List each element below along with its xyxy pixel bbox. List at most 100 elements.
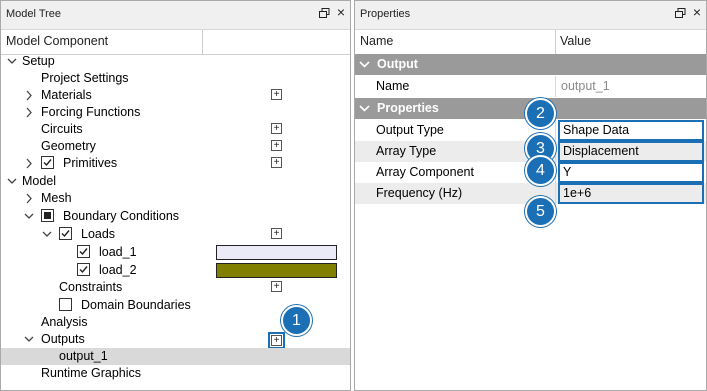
tree-item-loads[interactable]: Loads +	[1, 226, 350, 243]
chevron-down-icon[interactable]	[359, 59, 370, 70]
section-label: Output	[377, 57, 418, 71]
tree-item-label: Primitives	[63, 156, 118, 170]
load-1-checkbox[interactable]	[77, 245, 90, 258]
load-2-checkbox[interactable]	[77, 263, 90, 276]
tree-item-label: output_1	[59, 349, 108, 363]
close-icon[interactable]: ×	[693, 5, 701, 19]
close-icon[interactable]: ×	[337, 5, 345, 19]
model-tree-titlebar: Model Tree ×	[1, 1, 350, 30]
tree-item-label: Analysis	[41, 315, 88, 329]
tree-item-label: Project Settings	[41, 71, 129, 85]
tree-item-mesh[interactable]: Mesh	[1, 190, 350, 207]
chevron-down-icon[interactable]	[24, 331, 34, 348]
tree-item-model[interactable]: Model	[1, 173, 350, 190]
properties-titlebar: Properties ×	[355, 1, 706, 30]
array-component-dropdown[interactable]: Y	[558, 162, 704, 183]
float-window-icon[interactable]	[675, 8, 686, 18]
property-name: Name	[376, 79, 410, 93]
property-row-name[interactable]: Name output_1	[355, 76, 706, 97]
model-tree-title: Model Tree	[6, 8, 62, 20]
chevron-down-icon[interactable]	[7, 173, 17, 190]
float-window-icon[interactable]	[319, 8, 330, 18]
add-geometry-button[interactable]: +	[271, 140, 282, 151]
add-primitive-button[interactable]: +	[271, 157, 282, 168]
column-divider[interactable]	[555, 30, 556, 54]
chevron-right-icon[interactable]	[24, 190, 34, 207]
add-circuit-button[interactable]: +	[271, 123, 282, 134]
tree-item-label: Constraints	[59, 280, 123, 294]
tree-item-project-settings[interactable]: Project Settings	[1, 70, 350, 87]
callout-badge: 5	[525, 196, 556, 227]
tree-item-label: Outputs	[41, 332, 85, 346]
tree-item-load-1[interactable]: load_1	[1, 244, 350, 261]
add-output-button[interactable]: +	[268, 332, 285, 349]
loads-checkbox[interactable]	[59, 227, 72, 240]
tree-item-label: Setup	[22, 54, 55, 68]
primitives-checkbox[interactable]	[41, 156, 54, 169]
output-type-dropdown[interactable]: Shape Data	[558, 120, 704, 141]
model-tree-header: Model Component	[1, 30, 350, 55]
chevron-right-icon[interactable]	[24, 155, 34, 172]
tree-item-label: Boundary Conditions	[63, 209, 180, 223]
boundary-conditions-checkbox[interactable]	[41, 209, 54, 222]
chevron-right-icon[interactable]	[24, 104, 34, 121]
load-1-color-swatch[interactable]	[216, 245, 337, 260]
load-2-color-swatch[interactable]	[216, 263, 337, 278]
column-header-name: Name	[360, 34, 394, 48]
properties-panel: Properties × Name Value Output Name outp…	[354, 0, 707, 391]
tree-item-label: load_2	[99, 263, 137, 277]
add-material-button[interactable]: +	[271, 89, 282, 100]
section-label: Properties	[377, 101, 439, 115]
chevron-down-icon[interactable]	[359, 103, 370, 114]
tree-item-runtime-graphics[interactable]: Runtime Graphics	[1, 365, 350, 382]
chevron-right-icon[interactable]	[24, 87, 34, 104]
row-divider	[555, 120, 556, 141]
frequency-input[interactable]: 1e+6	[558, 183, 704, 204]
tree-item-label: Forcing Functions	[41, 105, 141, 119]
properties-header: Name Value	[355, 30, 706, 55]
property-value[interactable]: output_1	[558, 76, 704, 97]
check-icon	[61, 230, 70, 238]
add-load-button[interactable]: +	[271, 228, 282, 239]
add-constraint-button[interactable]: +	[271, 281, 282, 292]
property-name: Array Component	[376, 165, 474, 179]
column-divider[interactable]	[202, 30, 203, 54]
tree-item-geometry[interactable]: Geometry +	[1, 138, 350, 155]
tree-item-constraints[interactable]: Constraints +	[1, 279, 350, 296]
tree-item-label: Circuits	[41, 122, 83, 136]
property-name: Array Type	[376, 144, 437, 158]
tree-item-output-1[interactable]: output_1	[1, 348, 350, 365]
check-icon	[43, 159, 52, 167]
check-icon	[79, 248, 88, 256]
tree-item-label: Geometry	[41, 139, 96, 153]
callout-badge: 2	[525, 98, 556, 129]
property-name: Frequency (Hz)	[376, 186, 463, 200]
tree-item-forcing-functions[interactable]: Forcing Functions	[1, 104, 350, 121]
array-type-dropdown[interactable]: Displacement	[558, 141, 704, 162]
row-divider	[555, 76, 556, 97]
tree-item-materials[interactable]: Materials +	[1, 87, 350, 104]
tree-item-label: Loads	[81, 227, 116, 241]
callout-badge: 4	[525, 155, 556, 186]
domain-boundaries-checkbox[interactable]	[59, 298, 72, 311]
tree-item-label: Domain Boundaries	[81, 298, 191, 312]
tree-item-boundary-conditions[interactable]: Boundary Conditions	[1, 208, 350, 225]
chevron-down-icon[interactable]	[42, 226, 52, 243]
tree-item-primitives[interactable]: Primitives +	[1, 155, 350, 172]
tree-item-load-2[interactable]: load_2	[1, 262, 350, 279]
tree-item-circuits[interactable]: Circuits +	[1, 121, 350, 138]
chevron-down-icon[interactable]	[7, 53, 17, 70]
tree-item-label: Materials	[41, 88, 92, 102]
row-divider	[555, 183, 556, 204]
column-header-value: Value	[560, 34, 592, 48]
property-name: Output Type	[376, 123, 444, 137]
properties-title: Properties	[360, 8, 411, 20]
tree-item-setup[interactable]: Setup	[1, 53, 350, 70]
check-icon	[79, 266, 88, 274]
section-output[interactable]: Output	[355, 54, 706, 75]
chevron-down-icon[interactable]	[24, 208, 34, 225]
column-header-model-component: Model Component	[6, 34, 109, 48]
tree-item-label: Model	[22, 174, 57, 188]
tree-item-label: Mesh	[41, 191, 72, 205]
tree-item-label: load_1	[99, 245, 137, 259]
